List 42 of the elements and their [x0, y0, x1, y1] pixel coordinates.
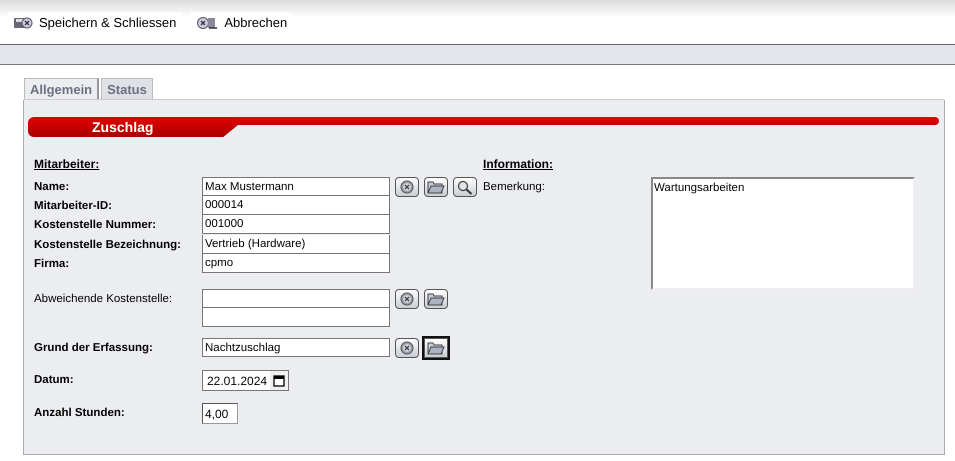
search-button[interactable] [453, 177, 477, 197]
clear-button[interactable] [395, 177, 419, 197]
open-button[interactable] [424, 177, 448, 197]
tab[interactable]: Allgemein [24, 78, 100, 100]
search-icon [457, 180, 473, 194]
save-close-button[interactable]: Speichern & Schliessen [8, 12, 182, 33]
input-field[interactable]: Nachtzuschlag [202, 338, 390, 357]
folder-icon [427, 341, 445, 355]
field-label: Bemerkung: [483, 180, 546, 195]
input-field[interactable]: 001000 [202, 215, 390, 234]
input-field[interactable]: 4,00 [202, 403, 238, 424]
input-field[interactable]: Max Mustermann [202, 177, 390, 196]
field-label: Mitarbeiter-ID: [34, 199, 113, 214]
field-label: Firma: [34, 256, 70, 272]
clear-button[interactable] [395, 289, 419, 309]
field-label: Anzahl Stunden: [34, 406, 126, 421]
section-heading: Mitarbeiter: [34, 156, 100, 173]
input-field[interactable] [202, 308, 390, 327]
field-label: Abweichende Kostenstelle: [34, 292, 174, 307]
input-field[interactable] [202, 289, 390, 308]
clear-icon [400, 292, 414, 306]
field-label: Grund der Erfassung: [34, 341, 154, 356]
folder-icon [427, 180, 445, 194]
open-button[interactable] [424, 338, 448, 358]
input-field[interactable]: 000014 [202, 196, 390, 215]
folder-icon [427, 292, 445, 306]
section-heading: Information: [483, 156, 554, 173]
clear-icon [400, 180, 414, 194]
tab[interactable]: Status [101, 78, 153, 99]
field-label: Kostenstelle Nummer: [34, 218, 158, 234]
field-label: Kostenstelle Bezeichnung: [34, 238, 182, 252]
field-label: Name: [34, 180, 70, 195]
clear-icon [400, 341, 414, 355]
input-field[interactable]: Vertrieb (Hardware) [202, 234, 390, 254]
clear-button[interactable] [395, 338, 419, 358]
remark-field[interactable]: Wartungsarbeiten [651, 177, 915, 290]
field-label: Datum: [34, 373, 75, 388]
save-close-icon [13, 16, 33, 30]
input-field[interactable]: cpmo [202, 254, 390, 273]
section-title: Zuschlag [28, 117, 238, 137]
open-button[interactable] [424, 289, 448, 309]
cancel-icon [196, 16, 218, 30]
